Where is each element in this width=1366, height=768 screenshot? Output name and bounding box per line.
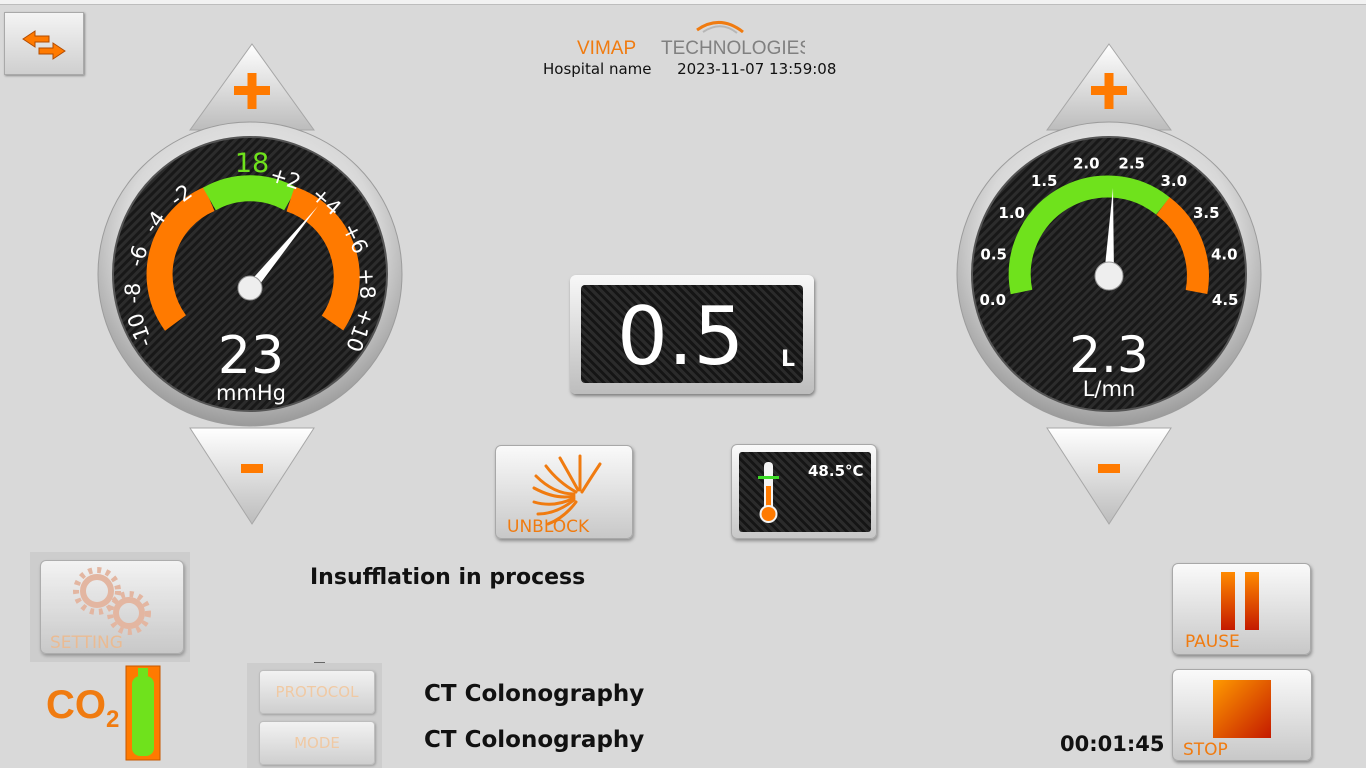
flow-scale-label: 1.0 — [998, 204, 1025, 222]
pause-button[interactable]: PAUSE — [1172, 563, 1311, 655]
co2-main: CO — [46, 683, 106, 727]
pressure-scale-label: -8 — [121, 282, 146, 304]
flow-unit: L/mn — [1082, 377, 1136, 401]
elapsed-timer: 00:01:45 — [1060, 732, 1165, 756]
volume-unit: L — [781, 347, 796, 372]
co2-cylinder-icon — [125, 665, 161, 761]
vimap-logo: VIMAP TECHNOLOGIES — [575, 16, 812, 60]
pressure-scale-label: +8 — [354, 268, 380, 300]
protocol-button[interactable]: PROTOCOL — [259, 670, 375, 714]
pressure-setpoint: 18 — [235, 148, 269, 179]
setting-button[interactable]: SETTING — [40, 560, 184, 654]
flow-scale-label: 4.5 — [1212, 291, 1239, 309]
status-text: Insufflation in process — [310, 565, 586, 590]
unblock-button[interactable]: UNBLOCK — [495, 445, 633, 539]
stop-label: STOP — [1183, 740, 1228, 760]
flow-scale-label: 0.5 — [980, 246, 1007, 264]
swap-arrows-icon — [22, 30, 66, 60]
hospital-name: Hospital name — [543, 60, 652, 78]
top-border — [0, 0, 1366, 5]
volume-display: 0.5 L — [570, 275, 814, 394]
volume-value: 0.5 — [617, 290, 745, 383]
protocol-value: CT Colonography — [424, 681, 645, 707]
flow-scale-label: 0.0 — [980, 291, 1007, 309]
co2-label: CO2 — [46, 683, 119, 734]
pressure-down-button[interactable] — [189, 427, 315, 525]
co2-sub: 2 — [106, 706, 120, 733]
flow-scale-label: 2.5 — [1118, 155, 1145, 173]
flow-scale-label: 3.5 — [1193, 204, 1220, 222]
mode-button[interactable]: MODE — [259, 721, 375, 765]
pressure-value: 23 — [217, 326, 285, 386]
flow-scale-label: 2.0 — [1073, 155, 1100, 173]
date-time: 2023-11-07 13:59:08 — [677, 60, 837, 78]
cursor-mark: _ — [314, 640, 325, 665]
flow-scale-label: 4.0 — [1211, 246, 1238, 264]
pressure-gauge: -10-8-6-4-2+2+4+6+8+10 18 — [97, 43, 403, 525]
flow-scale-label: 3.0 — [1161, 172, 1188, 190]
stop-button[interactable]: STOP — [1172, 669, 1312, 761]
pressure-unit: mmHg — [215, 381, 287, 405]
logo-text-1: VIMAP — [577, 38, 636, 59]
flow-down-button[interactable] — [1046, 427, 1172, 525]
pause-label: PAUSE — [1185, 632, 1240, 652]
minus-icon — [1098, 464, 1120, 473]
pressure-arc-target — [202, 175, 298, 211]
minus-icon — [241, 464, 263, 473]
flow-value: 2.3 — [1069, 326, 1149, 384]
setting-label: SETTING — [50, 633, 123, 653]
temperature-value: 48.5°C — [808, 462, 864, 480]
swap-button[interactable] — [4, 12, 84, 75]
flow-gauge: 0.0 0.5 1.0 1.5 2.0 2.5 3.0 3.5 4.0 4.5 — [956, 43, 1262, 525]
logo-text-2: TECHNOLOGIES — [661, 38, 805, 59]
temperature-display: 48.5°C — [731, 444, 877, 539]
flow-scale-label: 1.5 — [1031, 172, 1058, 190]
mode-value: CT Colonography — [424, 727, 645, 753]
hospital-info: Hospital name 2023-11-07 13:59:08 — [543, 60, 836, 78]
unblock-label: UNBLOCK — [507, 517, 590, 537]
